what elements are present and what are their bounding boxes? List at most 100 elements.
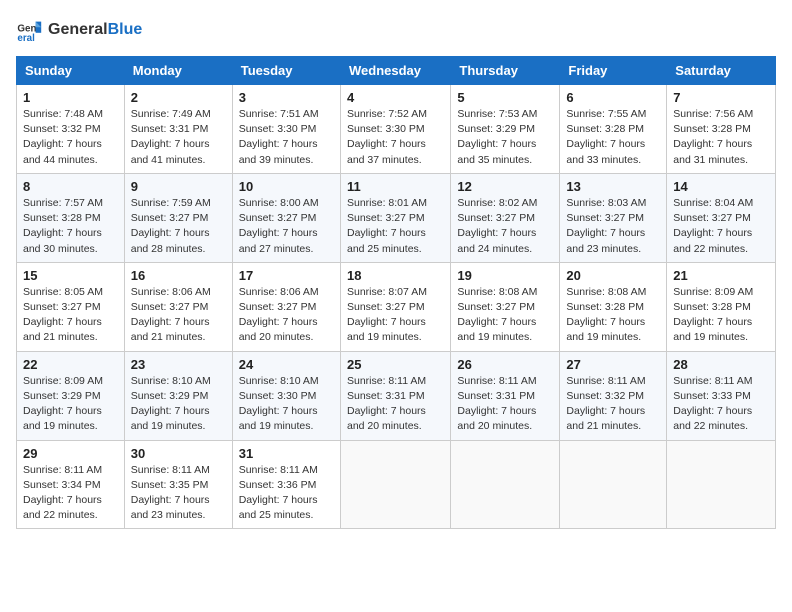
day-info: Sunrise: 8:00 AMSunset: 3:27 PMDaylight:… — [239, 196, 334, 257]
calendar-cell: 24 Sunrise: 8:10 AMSunset: 3:30 PMDayligh… — [232, 351, 340, 440]
calendar-week-row: 29 Sunrise: 8:11 AMSunset: 3:34 PMDayligh… — [17, 440, 776, 529]
col-header-wednesday: Wednesday — [340, 57, 450, 85]
day-info: Sunrise: 7:48 AMSunset: 3:32 PMDaylight:… — [23, 107, 118, 168]
day-info: Sunrise: 8:02 AMSunset: 3:27 PMDaylight:… — [457, 196, 553, 257]
logo-text: General — [48, 21, 108, 38]
day-info: Sunrise: 8:10 AMSunset: 3:29 PMDaylight:… — [131, 374, 226, 435]
calendar-cell: 5 Sunrise: 7:53 AMSunset: 3:29 PMDaylight… — [451, 85, 560, 174]
calendar-cell — [667, 440, 776, 529]
day-info: Sunrise: 7:56 AMSunset: 3:28 PMDaylight:… — [673, 107, 769, 168]
day-number: 10 — [239, 179, 334, 194]
calendar-cell — [560, 440, 667, 529]
calendar-table: SundayMondayTuesdayWednesdayThursdayFrid… — [16, 56, 776, 529]
calendar-cell: 29 Sunrise: 8:11 AMSunset: 3:34 PMDayligh… — [17, 440, 125, 529]
svg-text:eral: eral — [17, 33, 35, 44]
col-header-thursday: Thursday — [451, 57, 560, 85]
col-header-monday: Monday — [124, 57, 232, 85]
day-number: 29 — [23, 446, 118, 461]
day-info: Sunrise: 8:08 AMSunset: 3:28 PMDaylight:… — [566, 285, 660, 346]
day-info: Sunrise: 8:09 AMSunset: 3:29 PMDaylight:… — [23, 374, 118, 435]
day-number: 24 — [239, 357, 334, 372]
day-number: 3 — [239, 90, 334, 105]
calendar-cell: 23 Sunrise: 8:10 AMSunset: 3:29 PMDayligh… — [124, 351, 232, 440]
col-header-sunday: Sunday — [17, 57, 125, 85]
calendar-cell — [451, 440, 560, 529]
calendar-cell: 16 Sunrise: 8:06 AMSunset: 3:27 PMDayligh… — [124, 262, 232, 351]
day-info: Sunrise: 7:53 AMSunset: 3:29 PMDaylight:… — [457, 107, 553, 168]
calendar-cell: 15 Sunrise: 8:05 AMSunset: 3:27 PMDayligh… — [17, 262, 125, 351]
calendar-cell: 1 Sunrise: 7:48 AMSunset: 3:32 PMDaylight… — [17, 85, 125, 174]
calendar-cell: 18 Sunrise: 8:07 AMSunset: 3:27 PMDayligh… — [340, 262, 450, 351]
day-info: Sunrise: 8:03 AMSunset: 3:27 PMDaylight:… — [566, 196, 660, 257]
calendar-week-row: 15 Sunrise: 8:05 AMSunset: 3:27 PMDayligh… — [17, 262, 776, 351]
day-info: Sunrise: 8:08 AMSunset: 3:27 PMDaylight:… — [457, 285, 553, 346]
day-info: Sunrise: 8:11 AMSunset: 3:31 PMDaylight:… — [347, 374, 444, 435]
logo-icon: Gen eral — [16, 16, 44, 44]
day-number: 27 — [566, 357, 660, 372]
calendar-cell: 14Sunrise: 8:04 AMSunset: 3:27 PMDayligh… — [667, 173, 776, 262]
day-number: 31 — [239, 446, 334, 461]
calendar-cell: 21 Sunrise: 8:09 AMSunset: 3:28 PMDayligh… — [667, 262, 776, 351]
calendar-cell: 26Sunrise: 8:11 AMSunset: 3:31 PMDayligh… — [451, 351, 560, 440]
calendar-header-row: SundayMondayTuesdayWednesdayThursdayFrid… — [17, 57, 776, 85]
day-info: Sunrise: 8:01 AMSunset: 3:27 PMDaylight:… — [347, 196, 444, 257]
day-number: 23 — [131, 357, 226, 372]
calendar-cell: 27Sunrise: 8:11 AMSunset: 3:32 PMDayligh… — [560, 351, 667, 440]
day-number: 4 — [347, 90, 444, 105]
col-header-tuesday: Tuesday — [232, 57, 340, 85]
calendar-cell: 12 Sunrise: 8:02 AMSunset: 3:27 PMDayligh… — [451, 173, 560, 262]
day-number: 22 — [23, 357, 118, 372]
day-number: 21 — [673, 268, 769, 283]
day-info: Sunrise: 8:11 AMSunset: 3:33 PMDaylight:… — [673, 374, 769, 435]
day-number: 17 — [239, 268, 334, 283]
calendar-cell: 31 Sunrise: 8:11 AMSunset: 3:36 PMDayligh… — [232, 440, 340, 529]
day-number: 9 — [131, 179, 226, 194]
logo-blue: Blue — [108, 21, 143, 38]
day-info: Sunrise: 8:06 AMSunset: 3:27 PMDaylight:… — [131, 285, 226, 346]
day-number: 1 — [23, 90, 118, 105]
calendar-cell: 22 Sunrise: 8:09 AMSunset: 3:29 PMDayligh… — [17, 351, 125, 440]
day-number: 20 — [566, 268, 660, 283]
day-info: Sunrise: 8:09 AMSunset: 3:28 PMDaylight:… — [673, 285, 769, 346]
calendar-cell: 2 Sunrise: 7:49 AMSunset: 3:31 PMDaylight… — [124, 85, 232, 174]
day-number: 13 — [566, 179, 660, 194]
page-header: Gen eral GeneralBlue — [16, 16, 776, 44]
calendar-cell: 4 Sunrise: 7:52 AMSunset: 3:30 PMDaylight… — [340, 85, 450, 174]
day-number: 2 — [131, 90, 226, 105]
day-number: 30 — [131, 446, 226, 461]
day-info: Sunrise: 8:10 AMSunset: 3:30 PMDaylight:… — [239, 374, 334, 435]
day-info: Sunrise: 8:07 AMSunset: 3:27 PMDaylight:… — [347, 285, 444, 346]
day-number: 16 — [131, 268, 226, 283]
calendar-cell: 19 Sunrise: 8:08 AMSunset: 3:27 PMDayligh… — [451, 262, 560, 351]
day-info: Sunrise: 7:51 AMSunset: 3:30 PMDaylight:… — [239, 107, 334, 168]
calendar-cell: 11 Sunrise: 8:01 AMSunset: 3:27 PMDayligh… — [340, 173, 450, 262]
day-info: Sunrise: 8:11 AMSunset: 3:35 PMDaylight:… — [131, 463, 226, 524]
day-info: Sunrise: 8:05 AMSunset: 3:27 PMDaylight:… — [23, 285, 118, 346]
day-info: Sunrise: 7:57 AMSunset: 3:28 PMDaylight:… — [23, 196, 118, 257]
day-number: 8 — [23, 179, 118, 194]
day-info: Sunrise: 7:49 AMSunset: 3:31 PMDaylight:… — [131, 107, 226, 168]
calendar-cell: 7 Sunrise: 7:56 AMSunset: 3:28 PMDaylight… — [667, 85, 776, 174]
calendar-week-row: 22 Sunrise: 8:09 AMSunset: 3:29 PMDayligh… — [17, 351, 776, 440]
day-number: 7 — [673, 90, 769, 105]
day-number: 18 — [347, 268, 444, 283]
day-info: Sunrise: 7:55 AMSunset: 3:28 PMDaylight:… — [566, 107, 660, 168]
day-number: 19 — [457, 268, 553, 283]
day-number: 5 — [457, 90, 553, 105]
calendar-cell: 6Sunrise: 7:55 AMSunset: 3:28 PMDaylight… — [560, 85, 667, 174]
day-number: 15 — [23, 268, 118, 283]
calendar-cell: 28Sunrise: 8:11 AMSunset: 3:33 PMDayligh… — [667, 351, 776, 440]
col-header-friday: Friday — [560, 57, 667, 85]
day-info: Sunrise: 8:11 AMSunset: 3:36 PMDaylight:… — [239, 463, 334, 524]
calendar-cell: 25 Sunrise: 8:11 AMSunset: 3:31 PMDayligh… — [340, 351, 450, 440]
day-number: 12 — [457, 179, 553, 194]
calendar-cell: 8 Sunrise: 7:57 AMSunset: 3:28 PMDaylight… — [17, 173, 125, 262]
day-info: Sunrise: 8:04 AMSunset: 3:27 PMDaylight:… — [673, 196, 769, 257]
calendar-week-row: 8 Sunrise: 7:57 AMSunset: 3:28 PMDaylight… — [17, 173, 776, 262]
day-info: Sunrise: 7:52 AMSunset: 3:30 PMDaylight:… — [347, 107, 444, 168]
calendar-cell: 20 Sunrise: 8:08 AMSunset: 3:28 PMDayligh… — [560, 262, 667, 351]
calendar-week-row: 1 Sunrise: 7:48 AMSunset: 3:32 PMDaylight… — [17, 85, 776, 174]
day-number: 11 — [347, 179, 444, 194]
day-info: Sunrise: 8:11 AMSunset: 3:34 PMDaylight:… — [23, 463, 118, 524]
day-number: 25 — [347, 357, 444, 372]
